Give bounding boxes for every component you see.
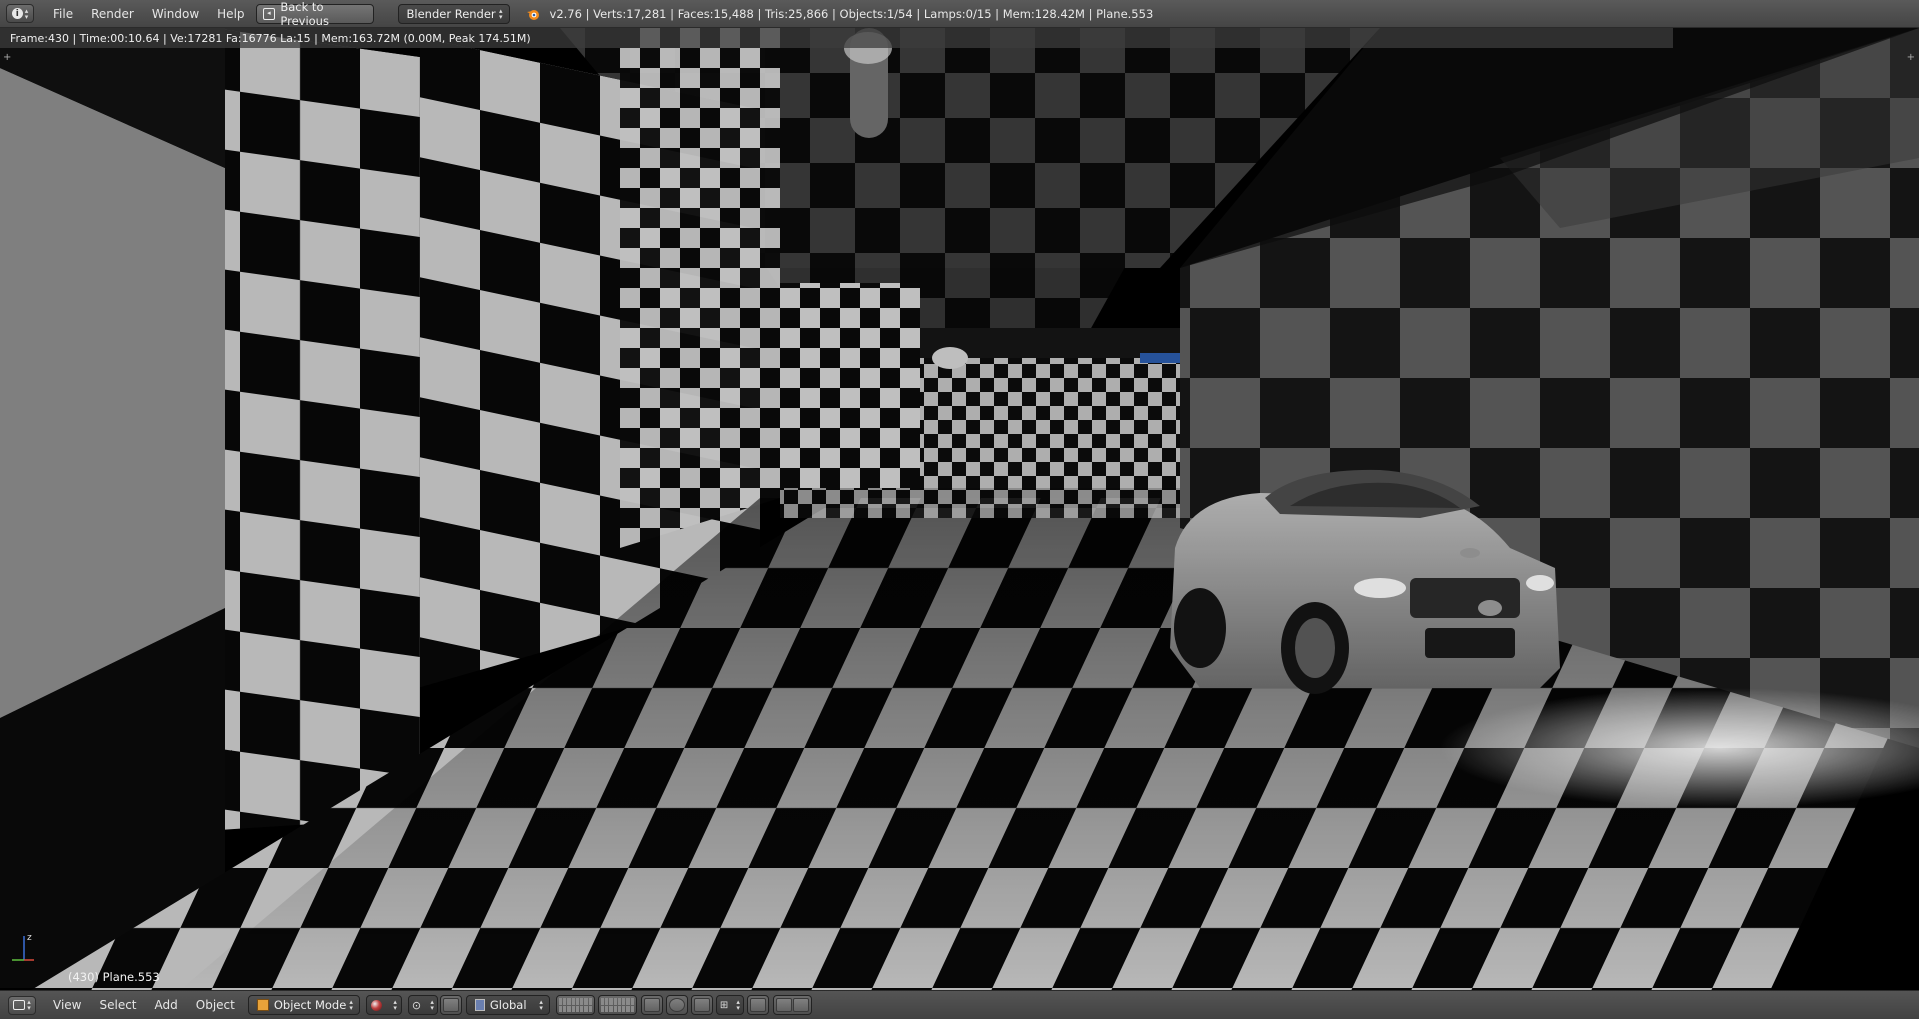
solid-shading-sphere-icon [370,999,382,1011]
info-header: i ▴ ▾ File Render Window Help ◂ Back to P… [0,0,1919,28]
info-icon: i [11,8,23,19]
menu-add[interactable]: Add [146,998,187,1012]
transform-orientation-value: Global [489,998,527,1012]
render-engine-value: Blender Render [406,6,496,21]
manipulator-icon [442,998,459,1012]
updown-arrows-icon: ▴ ▾ [349,998,353,1012]
updown-arrows-icon: ▴ ▾ [430,998,434,1012]
proportional-edit-toggle[interactable] [665,995,688,1015]
object-mode-cube-icon [256,999,269,1011]
back-to-previous-label: Back to Previous [280,0,329,28]
3d-view-header: ▴ ▾ View Select Add Object Object Mode ▴ ▾… [0,990,1919,1019]
rendered-scene [0,28,1919,990]
menu-object[interactable]: Object [187,998,244,1012]
updown-arrows-icon: ▴ ▾ [393,998,397,1012]
magnet-icon [693,998,710,1012]
orientation-icon [474,999,485,1011]
3d-viewport[interactable]: Frame:430 | Time:00:10.64 | Ve:17281 Fa:… [0,28,1919,990]
menu-render[interactable]: Render [82,7,143,21]
menu-help[interactable]: Help [208,7,253,21]
interaction-mode-select[interactable]: Object Mode ▴ ▾ [247,995,360,1015]
snap-target-icon [749,998,766,1012]
updown-arrows-icon: ▴ ▾ [539,998,543,1012]
back-to-previous-button[interactable]: ◂ Back to Previous [255,0,374,28]
3d-view-icon [13,1000,26,1010]
pivot-point-select[interactable]: ⊙ ▴ ▾ [407,995,438,1015]
manipulator-toggle[interactable] [439,995,462,1015]
back-screen-icon: ◂ [262,7,276,20]
corner-plus-icon[interactable]: + [3,52,11,63]
layers-grid-icon [600,998,617,1012]
axis-z-label: z [27,933,32,943]
editor-type-button[interactable]: ▴ ▾ [8,995,36,1015]
updown-arrows-icon: ▴ ▾ [27,998,31,1012]
render-engine-select[interactable]: Blender Render ▴ ▾ [397,3,510,24]
updown-arrows-icon: ▴ ▾ [24,6,29,21]
transform-orientation-select[interactable]: Global ▴ ▾ [465,995,550,1015]
snap-toggle[interactable] [690,995,713,1015]
opengl-render-buttons[interactable] [772,995,812,1015]
snap-element-select[interactable]: ⊞ ▴ ▾ [715,995,744,1015]
axis-gizmo: z [6,928,46,971]
render-image-icon [775,998,792,1012]
render-animation-icon [792,998,809,1012]
corner-plus-icon[interactable]: + [1907,52,1915,63]
pivot-point-icon: ⊙ [411,998,422,1012]
editor-type-button[interactable]: i ▴ ▾ [6,4,34,23]
layers-grid-icon [575,998,592,1012]
lock-camera-toggle[interactable] [640,995,663,1015]
menu-select[interactable]: Select [90,998,145,1012]
lock-icon [643,998,660,1012]
layer-buttons-right[interactable] [597,995,637,1015]
updown-arrows-icon: ▴ ▾ [499,6,503,21]
layer-buttons-left[interactable] [555,995,595,1015]
menu-window[interactable]: Window [143,7,208,21]
scene-stats: v2.76 | Verts:17,281 | Faces:15,488 | Tr… [549,6,1154,21]
viewport-shading-select[interactable]: ▴ ▾ [365,995,402,1015]
updown-arrows-icon: ▴ ▾ [736,998,740,1012]
interaction-mode-value: Object Mode [273,998,347,1012]
blender-logo-icon [526,7,540,21]
layers-grid-icon [617,998,634,1012]
render-info-text: Frame:430 | Time:00:10.64 | Ve:17281 Fa:… [10,31,531,45]
menu-view[interactable]: View [44,998,90,1012]
proportional-edit-icon [668,998,685,1012]
snap-target-toggle[interactable] [746,995,769,1015]
active-object-label: (430) Plane.553 [68,970,160,984]
snap-increment-icon: ⊞ [719,999,729,1011]
layers-grid-icon [558,998,575,1012]
render-info-bar: Frame:430 | Time:00:10.64 | Ve:17281 Fa:… [0,28,1673,48]
menu-file[interactable]: File [44,7,82,21]
